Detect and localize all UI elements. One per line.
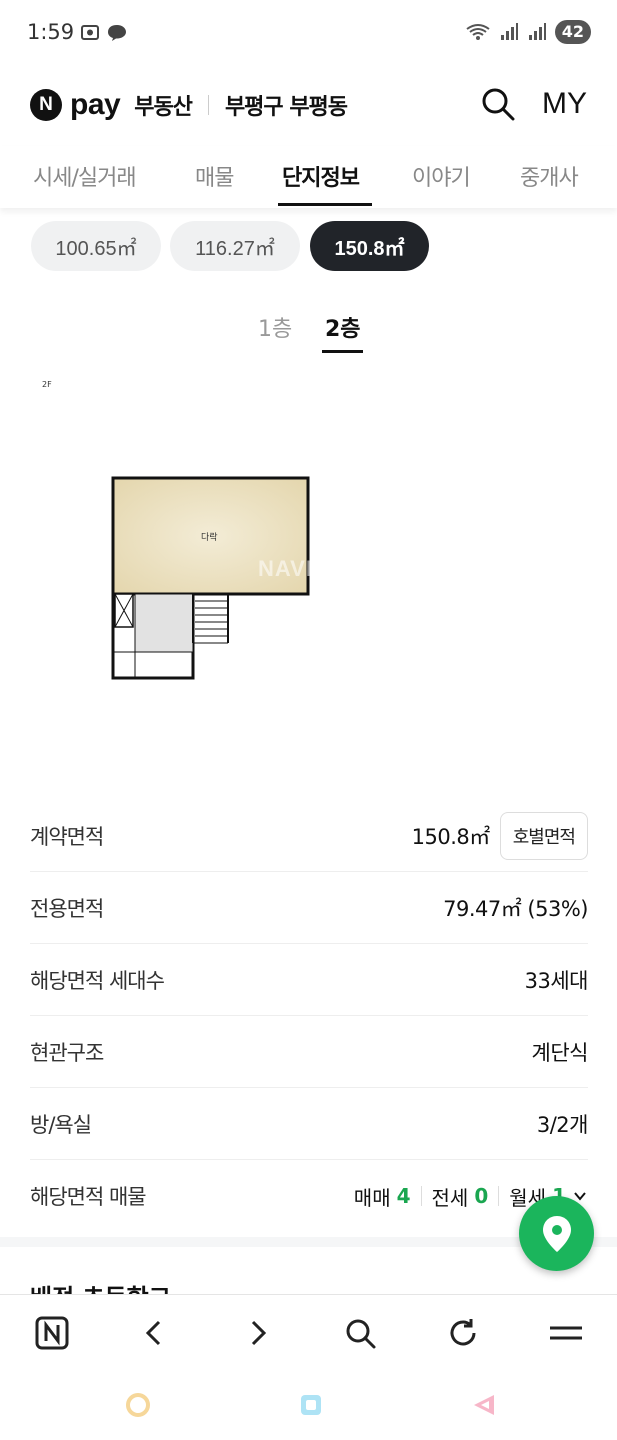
talk-icon	[108, 25, 126, 41]
signal-icon-2	[528, 23, 546, 40]
menu-button[interactable]	[546, 1313, 586, 1353]
browser-toolbar	[0, 1294, 617, 1370]
status-bar: 1:59 42	[0, 0, 617, 68]
tab-listings[interactable]: 매물	[195, 160, 234, 192]
row-entrance: 현관구조 계단식	[30, 1016, 589, 1088]
wifi-icon	[466, 24, 490, 40]
landing	[134, 593, 194, 653]
refresh-button[interactable]	[443, 1313, 483, 1353]
exclusive-area-value: 79.47㎡ (53%)	[443, 896, 588, 921]
square-recents-icon	[301, 1395, 321, 1415]
staircase	[192, 594, 229, 644]
status-right: 42	[465, 20, 591, 44]
tab-price[interactable]: 시세/실거래	[33, 160, 137, 192]
search-icon	[482, 88, 515, 121]
hamburger-menu-icon	[550, 1326, 582, 1340]
rooms-value: 3/2개	[536, 1112, 589, 1137]
chevron-right-icon	[251, 1320, 267, 1346]
school-section-heading: 배정 초등학교	[30, 1278, 171, 1294]
naver-n-square-icon	[35, 1316, 69, 1350]
tab-active-indicator	[278, 203, 372, 206]
row-listings: 해당면적 매물 매매 4 전세 0 월세 1	[30, 1160, 588, 1232]
naver-n-icon: N	[30, 89, 62, 121]
circle-home-icon	[126, 1393, 150, 1417]
entrance-value: 계단식	[531, 1040, 589, 1065]
pay-text: pay	[70, 88, 121, 121]
area-chip-100[interactable]: 100.65㎡	[31, 221, 161, 271]
tab-bar: 시세/실거래 매물 단지정보 이야기 중개사	[0, 146, 617, 208]
exclusive-area-label: 전용면적	[30, 896, 104, 921]
listing-divider	[420, 1186, 422, 1206]
status-time: 1:59	[27, 20, 75, 44]
floorplan-image[interactable]: 2F 다락 NAVER	[0, 370, 617, 790]
listing-divider-2	[498, 1186, 500, 1206]
search-icon	[346, 1319, 376, 1349]
jeonse-label: 전세	[431, 1185, 469, 1210]
refresh-icon	[450, 1319, 476, 1346]
floor-tab-2[interactable]: 2층	[325, 311, 361, 343]
sale-label: 매매	[353, 1185, 391, 1210]
row-rooms: 방/욕실 3/2개	[30, 1088, 589, 1160]
jeonse-count: 0	[474, 1184, 489, 1208]
status-notification-icons	[80, 22, 128, 42]
sale-count: 4	[396, 1184, 411, 1208]
signal-icon	[500, 23, 518, 40]
area-info-list: 계약면적 150.8㎡ 호별면적 전용면적 79.47㎡ (53%) 해당면적 …	[30, 800, 589, 1232]
area-chip-116[interactable]: 116.27㎡	[170, 221, 300, 271]
area-chip-150[interactable]: 150.8㎡	[310, 221, 429, 271]
contract-area-value: 150.8㎡	[411, 824, 491, 849]
floor-active-indicator	[322, 350, 363, 353]
region-name[interactable]: 부평구 부평동	[225, 89, 348, 121]
my-button[interactable]: MY	[542, 87, 587, 121]
listings-label: 해당면적 매물	[30, 1185, 147, 1209]
naver-home-button[interactable]	[32, 1313, 72, 1353]
browser-search-button[interactable]	[340, 1313, 380, 1353]
service-name: 부동산	[134, 95, 193, 120]
battery-indicator: 42	[554, 20, 591, 44]
entrance-label: 현관구조	[30, 1040, 104, 1065]
rooms-label: 방/욕실	[30, 1112, 92, 1137]
naver-pay-logo[interactable]: N pay 부동산 부평구 부평동	[30, 88, 348, 122]
unit-area-button[interactable]: 호별면적	[499, 811, 588, 860]
chevron-left-icon	[145, 1320, 161, 1346]
row-exclusive-area: 전용면적 79.47㎡ (53%)	[30, 872, 588, 944]
naver-watermark: NAVER	[258, 556, 339, 581]
tab-complex-info[interactable]: 단지정보	[282, 160, 360, 192]
triangle-back-icon	[474, 1395, 494, 1415]
tab-agents[interactable]: 중개사	[520, 160, 579, 192]
contract-area-value-wrap: 150.8㎡ 호별면적	[411, 811, 588, 860]
header-divider	[207, 95, 209, 115]
system-home-button[interactable]	[123, 1390, 153, 1420]
households-label: 해당면적 세대수	[30, 968, 165, 993]
contract-area-label: 계약면적	[30, 824, 104, 849]
forward-button[interactable]	[238, 1313, 278, 1353]
system-navigation-bar	[0, 1370, 617, 1440]
floor-tab-1[interactable]: 1층	[258, 311, 292, 343]
tab-story[interactable]: 이야기	[412, 160, 471, 192]
households-value: 33세대	[524, 968, 589, 993]
screenshot-icon	[81, 25, 99, 40]
row-households: 해당면적 세대수 33세대	[30, 944, 589, 1016]
location-pin-icon	[542, 1215, 571, 1252]
system-recents-button[interactable]	[296, 1390, 326, 1420]
room-label-attic: 다락	[201, 533, 218, 543]
search-button[interactable]	[480, 86, 516, 122]
back-button[interactable]	[134, 1313, 174, 1353]
map-location-button[interactable]	[519, 1196, 594, 1271]
row-contract-area: 계약면적 150.8㎡ 호별면적	[30, 800, 588, 872]
system-back-button[interactable]	[469, 1390, 499, 1420]
app-header: N pay 부동산 부평구 부평동 MY	[0, 68, 617, 144]
